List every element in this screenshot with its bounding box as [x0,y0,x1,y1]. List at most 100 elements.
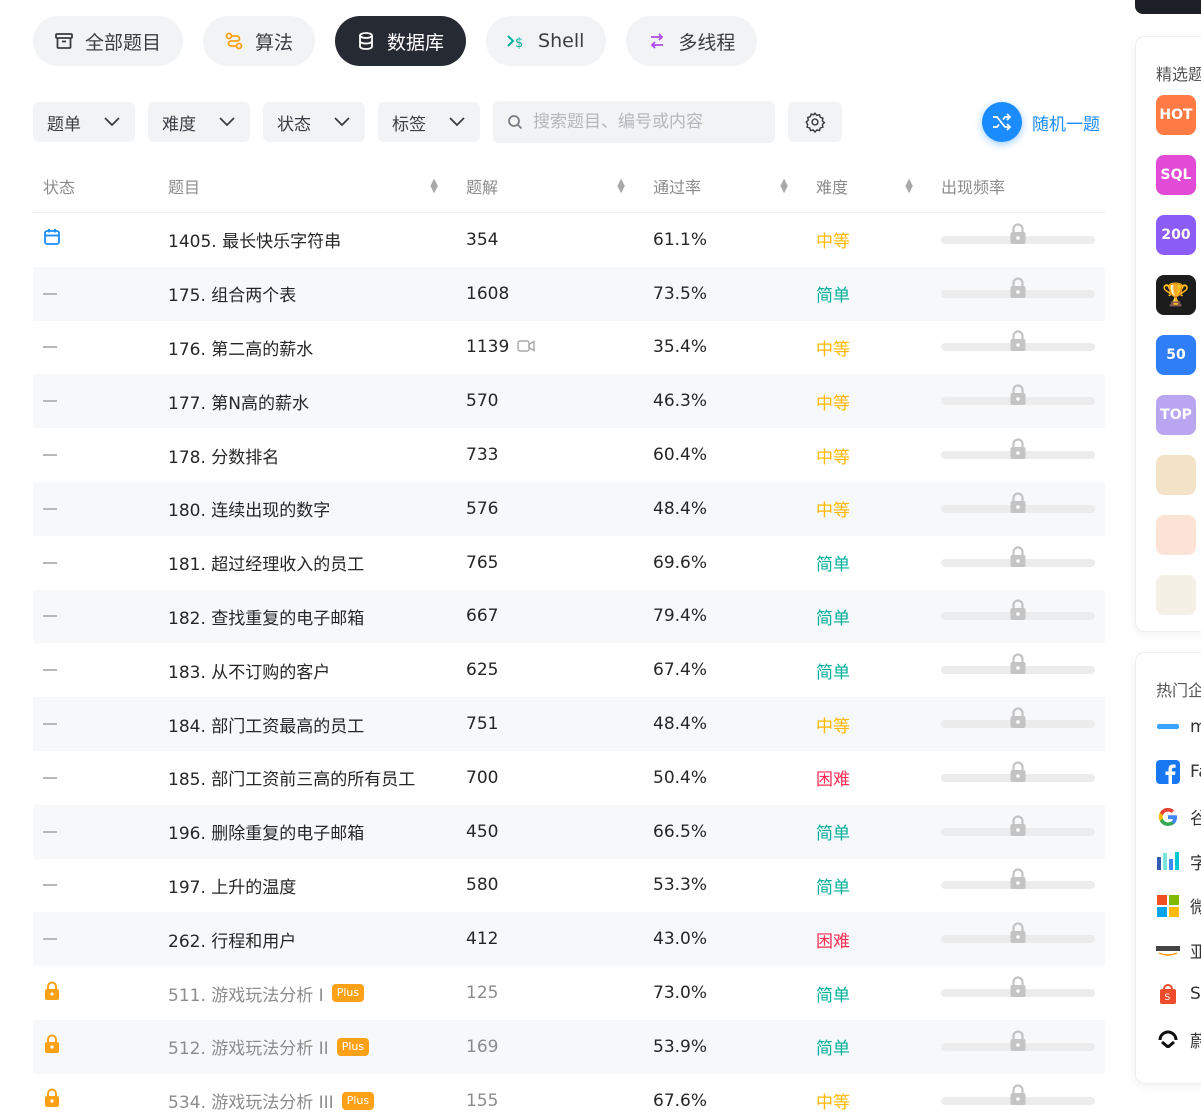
table-row[interactable]: 185. 部门工资前三高的所有员工 700 50.4% 困难 [33,751,1105,805]
frequency-cell [931,1084,1105,1105]
random-problem-button[interactable]: 随机一题 [982,102,1100,142]
problem-title-link[interactable]: 512. 游戏玩法分析 II [168,1034,329,1059]
plus-badge: Plus [341,1091,375,1110]
header-difficulty[interactable]: 难度 ▲ ▼ [806,174,931,198]
featured-list-item[interactable]: TOP [1156,395,1196,435]
frequency-cell [931,976,1105,998]
table-row[interactable]: 177. 第N高的薪水 570 46.3% 中等 [33,374,1105,429]
table-row[interactable]: 178. 分数排名 733 60.4% 中等 [33,428,1105,482]
table-row[interactable]: 512. 游戏玩法分析 II Plus 169 53.9% 简单 [33,1019,1105,1074]
tab-shell[interactable]: $ Shell [486,16,607,66]
problem-title-link[interactable]: 176. 第二高的薪水 [168,335,313,360]
solutions-count: 765 [466,552,499,573]
featured-panel: 精选题 HOT SQL 200 🏆 50 TOP [1135,36,1201,632]
header-acceptance[interactable]: 通过率 ▲ ▼ [643,174,806,198]
company-name: 亚 [1190,942,1201,963]
row-solutions-cell: 667 [456,606,643,626]
table-row[interactable]: 196. 删除重复的电子邮箱 450 66.5% 简单 [33,804,1105,859]
table-row[interactable]: 180. 连续出现的数字 576 48.4% 中等 [33,481,1105,536]
frequency-bar [941,330,1095,352]
problem-title-link[interactable]: 534. 游戏玩法分析 III [168,1088,334,1112]
problem-title-link[interactable]: 197. 上升的温度 [168,873,296,898]
company-item[interactable]: 谷 [1156,804,1201,829]
featured-list-item[interactable]: HOT [1156,95,1196,135]
featured-list-item[interactable]: 200 [1156,215,1196,255]
google-icon [1156,805,1180,829]
table-row[interactable]: 534. 游戏玩法分析 III Plus 155 67.6% 中等 [33,1074,1105,1112]
featured-list-item[interactable]: SQL [1156,155,1196,195]
acceptance-rate: 35.4% [653,337,708,358]
table-row[interactable]: 183. 从不订购的客户 625 67.4% 简单 [33,643,1105,697]
table-row[interactable]: 197. 上升的温度 580 53.3% 简单 [33,859,1105,913]
row-solutions-cell: 765 [456,553,643,573]
frequency-bar [941,438,1095,460]
row-status [33,228,158,251]
table-row[interactable]: 176. 第二高的薪水 1139 35.4% 中等 [33,321,1105,375]
acceptance-rate: 50.4% [653,767,708,788]
settings-button[interactable] [788,102,842,142]
header-title[interactable]: 题目 ▲ ▼ [158,174,456,198]
tab-label: 算法 [255,31,294,54]
problem-title-link[interactable]: 182. 查找重复的电子邮箱 [168,604,364,629]
status-dash [43,454,57,457]
table-row[interactable]: 182. 查找重复的电子邮箱 667 79.4% 简单 [33,589,1105,644]
problem-title-link[interactable]: 181. 超过经理收入的员工 [168,550,364,575]
frequency-bar [941,223,1095,244]
problem-title-link[interactable]: 180. 连续出现的数字 [168,496,330,521]
row-status [33,553,158,573]
row-status [33,714,158,734]
header-solutions[interactable]: 题解 ▲ ▼ [456,174,643,198]
problem-title-link[interactable]: 262. 行程和用户 [168,927,296,952]
table-row[interactable]: 262. 行程和用户 412 43.0% 困难 [33,912,1105,967]
problem-list-dropdown[interactable]: 题单 [33,102,135,142]
featured-list-item[interactable] [1156,575,1196,615]
shopee-icon: S [1156,982,1180,1006]
featured-list-item[interactable]: 🏆 [1156,275,1196,315]
featured-list-item[interactable] [1156,515,1196,555]
featured-badge-text: SQL [1160,167,1192,183]
problem-title-link[interactable]: 183. 从不订购的客户 [168,658,330,683]
table-row[interactable]: 175. 组合两个表 1608 73.5% 简单 [33,266,1105,321]
lock-icon [1010,492,1026,513]
tags-dropdown[interactable]: 标签 [378,102,480,142]
problem-title-link[interactable]: 177. 第N高的薪水 [168,389,309,414]
problem-title-link[interactable]: 184. 部门工资最高的员工 [168,712,364,737]
tab-concurrency[interactable]: 多线程 [626,16,758,66]
row-solutions-cell: 625 [456,660,643,680]
status-dropdown[interactable]: 状态 [263,102,365,142]
company-item[interactable]: m [1156,715,1201,739]
lock-icon [1010,546,1026,567]
video-icon[interactable] [517,337,535,357]
acceptance-rate: 67.6% [653,1090,708,1111]
featured-badge-text: 200 [1161,227,1191,243]
difficulty-label: 简单 [816,608,850,629]
tab-database[interactable]: 数据库 [335,16,467,66]
facebook-icon [1156,759,1180,784]
company-item[interactable]: 蔚 [1156,1027,1201,1052]
table-row[interactable]: 184. 部门工资最高的员工 751 48.4% 中等 [33,697,1105,751]
difficulty-dropdown[interactable]: 难度 [148,102,250,142]
featured-list-item[interactable] [1156,455,1196,495]
company-item[interactable]: SS [1156,982,1201,1006]
company-item[interactable]: 微 [1156,893,1201,918]
company-item[interactable]: 亚 [1156,938,1201,963]
lock-icon [43,1088,61,1112]
table-row[interactable]: 181. 超过经理收入的员工 765 69.6% 简单 [33,536,1105,590]
lock-icon [43,981,61,1006]
table-row[interactable]: 511. 游戏玩法分析 I Plus 125 73.0% 简单 [33,966,1105,1020]
acceptance-rate: 73.5% [653,283,708,304]
row-solutions-cell: 125 [456,983,643,1003]
search-input[interactable] [533,112,753,132]
problem-title-link[interactable]: 178. 分数排名 [168,443,279,468]
problem-title-link[interactable]: 511. 游戏玩法分析 I [168,981,324,1006]
problem-title-link[interactable]: 185. 部门工资前三高的所有员工 [168,765,415,790]
problem-title-link[interactable]: 1405. 最长快乐字符串 [168,227,341,252]
company-item[interactable]: Fa [1156,759,1201,784]
tab-all-problems[interactable]: 全部题目 [33,16,184,66]
tab-algorithms[interactable]: 算法 [203,16,316,66]
problem-title-link[interactable]: 196. 删除重复的电子邮箱 [168,819,364,844]
table-row[interactable]: 1405. 最长快乐字符串 354 61.1% 中等 [33,213,1105,267]
problem-title-link[interactable]: 175. 组合两个表 [168,281,296,306]
featured-list-item[interactable]: 50 [1156,335,1196,375]
company-item[interactable]: 字 [1156,849,1201,874]
